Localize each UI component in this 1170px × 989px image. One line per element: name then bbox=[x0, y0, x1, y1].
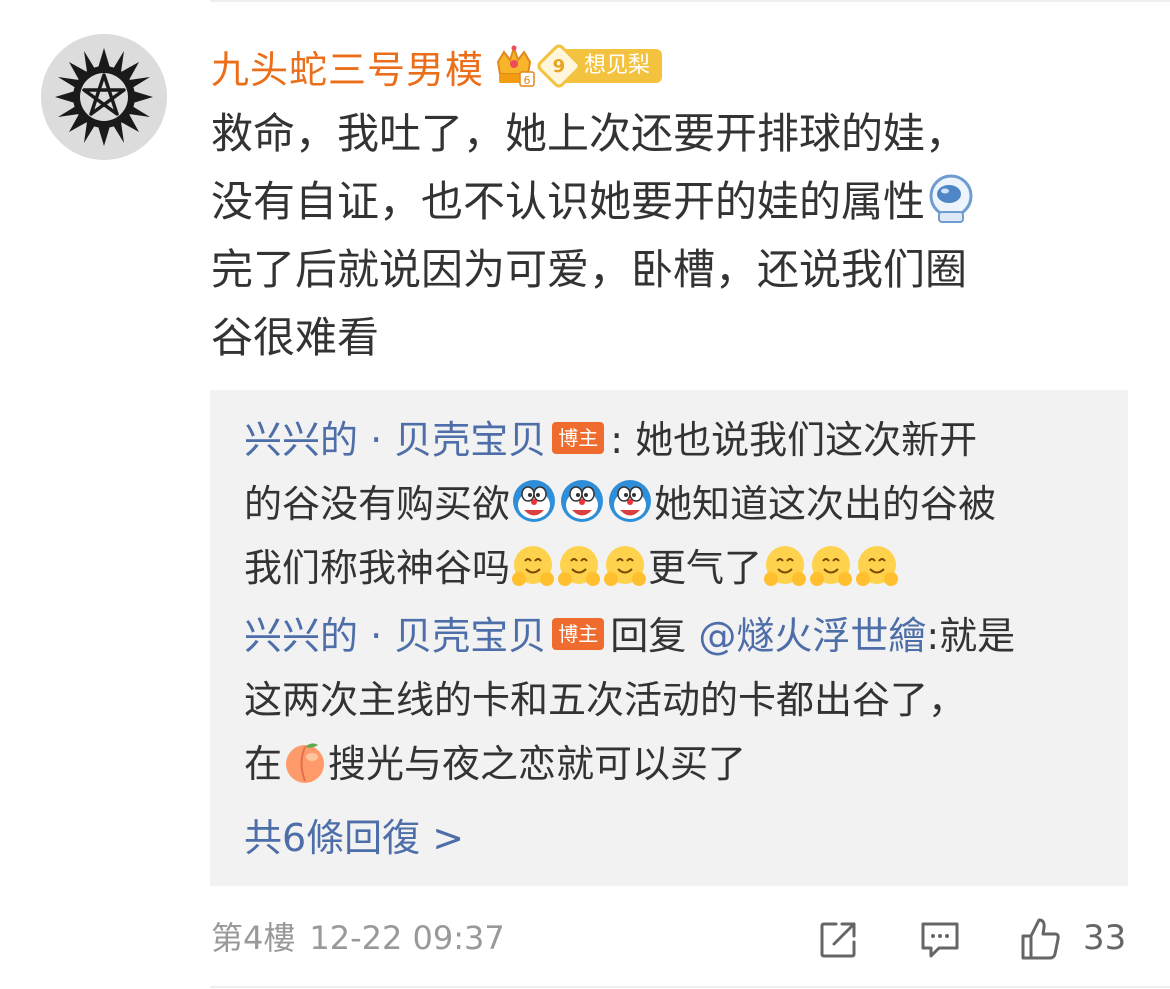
hug-emoji-icon bbox=[856, 546, 899, 586]
comment-header: 九头蛇三号男模 6 9 想见梨 bbox=[211, 38, 663, 94]
poster-badge: 博主 bbox=[552, 618, 605, 650]
astronaut-emoji-icon bbox=[929, 174, 973, 223]
reply-item: 兴兴的 · 贝壳宝贝 博主: 她也说我们这次新开 的谷没有购买欲 她知道这次出的谷… bbox=[210, 390, 1128, 600]
reply-text: 她知道这次出的谷被 bbox=[654, 482, 997, 526]
comment-meta: 第4樓 12-22 09:37 bbox=[211, 910, 519, 966]
like-icon[interactable] bbox=[1017, 916, 1063, 962]
comment-line: 救命，我吐了，她上次还要开排球的娃， bbox=[211, 109, 968, 158]
hug-emoji-icon bbox=[558, 546, 601, 586]
top-divider bbox=[210, 0, 1170, 2]
like-count: 33 bbox=[1083, 918, 1127, 958]
doraemon-emoji-icon bbox=[561, 480, 604, 522]
reply-word: 回复 bbox=[610, 614, 687, 658]
reply-text: :就是 bbox=[926, 614, 1016, 658]
comment-text: 救命，我吐了，她上次还要开排球的娃， 没有自证，也不认识她要开的娃的属性 完了后… bbox=[211, 100, 1111, 372]
fan-badge[interactable]: 9 想见梨 bbox=[534, 41, 663, 91]
hug-emoji-icon bbox=[512, 546, 555, 586]
reply-section: 兴兴的 · 贝壳宝贝 博主: 她也说我们这次新开 的谷没有购买欲 她知道这次出的谷… bbox=[210, 390, 1128, 886]
reply-text: 的谷没有购买欲 bbox=[244, 482, 511, 526]
reply-author[interactable]: 兴兴的 · 贝壳宝贝 bbox=[244, 614, 546, 658]
reply-separator: : bbox=[610, 418, 624, 462]
reply-text: 我们称我神谷吗 bbox=[244, 546, 511, 590]
comment-icon[interactable] bbox=[917, 916, 963, 962]
comment-line: 完了后就说因为可爱，卧槽，还说我们圈 bbox=[211, 245, 968, 294]
mention-link[interactable]: @燧火浮世繪 bbox=[698, 614, 926, 658]
hug-emoji-icon bbox=[810, 546, 853, 586]
poster-badge: 博主 bbox=[552, 422, 605, 454]
hug-emoji-icon bbox=[764, 546, 807, 586]
reply-text: 她也说我们这次新开 bbox=[635, 418, 978, 462]
hug-emoji-icon bbox=[604, 546, 647, 586]
comment-line: 谷很难看 bbox=[211, 313, 380, 362]
vip-crown-icon: 6 bbox=[496, 44, 535, 87]
doraemon-emoji-icon bbox=[513, 480, 556, 522]
doraemon-emoji-icon bbox=[609, 480, 652, 522]
comment-author[interactable]: 九头蛇三号男模 bbox=[211, 39, 484, 94]
avatar-pentagram-icon bbox=[41, 34, 167, 160]
comment-footer: 第4樓 12-22 09:37 33 bbox=[211, 910, 1170, 966]
reply-author[interactable]: 兴兴的 · 贝壳宝贝 bbox=[244, 418, 546, 462]
comment-line: 没有自证，也不认识她要开的娃的属性 bbox=[211, 177, 926, 226]
avatar[interactable] bbox=[41, 34, 167, 160]
repost-icon[interactable] bbox=[816, 916, 862, 962]
reply-item: 兴兴的 · 贝壳宝贝 博主 回复 @燧火浮世繪:就是 这两次主线的卡和五次活动的卡都… bbox=[210, 600, 1128, 796]
reply-text: 搜光与夜之恋就可以买了 bbox=[328, 742, 747, 786]
reply-text: 更气了 bbox=[648, 546, 763, 590]
peach-emoji-icon bbox=[286, 743, 325, 783]
svg-text:6: 6 bbox=[524, 74, 531, 87]
reply-text: 在 bbox=[244, 742, 283, 786]
more-replies-link[interactable]: 共6條回復 > bbox=[210, 796, 1128, 868]
comment-time: 12-22 09:37 bbox=[309, 919, 505, 957]
bottom-divider bbox=[210, 986, 1170, 988]
reply-text: 这两次主线的卡和五次活动的卡都出谷了， bbox=[244, 678, 967, 722]
floor-number: 第4樓 bbox=[211, 919, 296, 957]
